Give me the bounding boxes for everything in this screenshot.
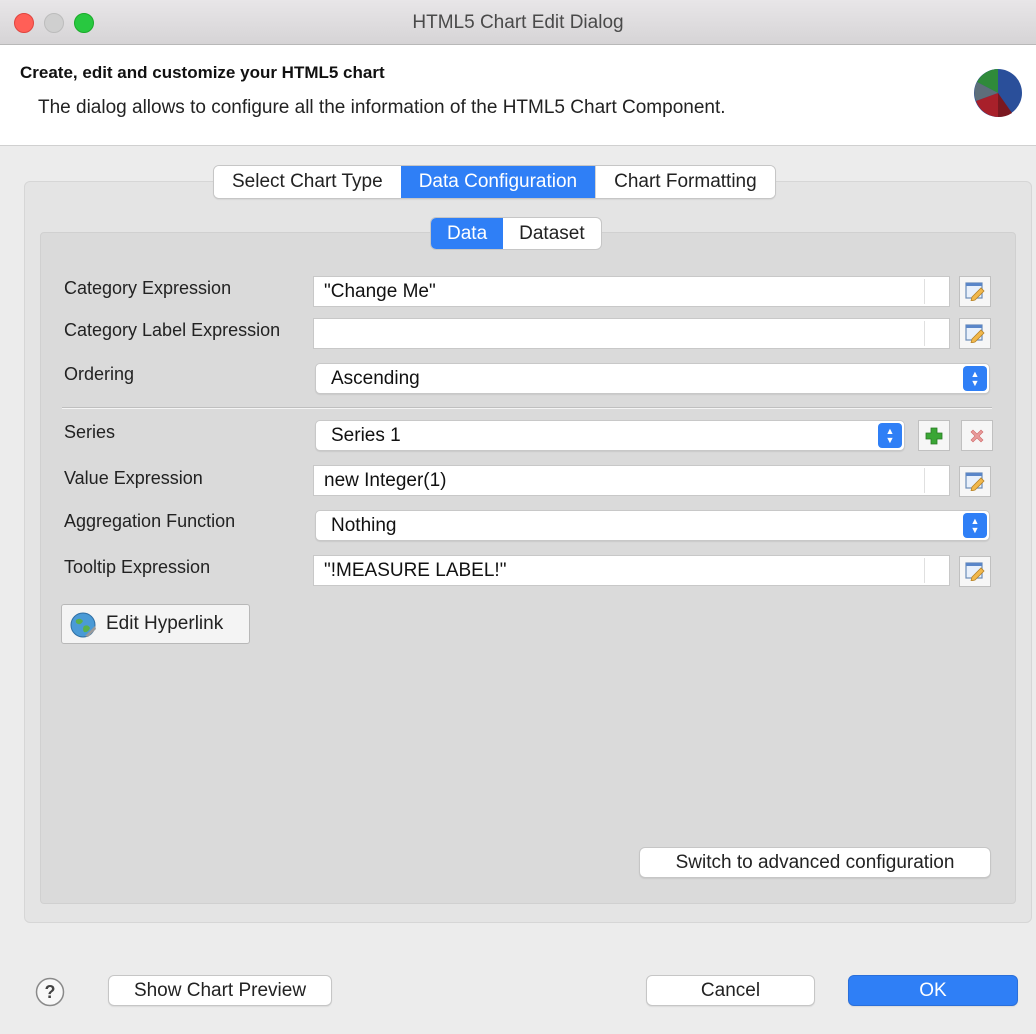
- title-bar: HTML5 Chart Edit Dialog: [0, 0, 1036, 45]
- main-tabs: Select Chart Type Data Configuration Cha…: [213, 165, 776, 199]
- chevron-updown-icon: ▲ ▼: [963, 513, 987, 538]
- ordering-select[interactable]: Ascending ▲ ▼: [315, 363, 990, 394]
- category-label-expression-field[interactable]: [313, 318, 950, 349]
- series-label: Series: [64, 422, 116, 442]
- ordering-select-value: Ascending: [331, 368, 420, 389]
- chevron-updown-icon: ▲ ▼: [878, 423, 902, 448]
- separator: [62, 407, 992, 409]
- tab-chart-formatting[interactable]: Chart Formatting: [595, 166, 775, 198]
- cancel-button[interactable]: Cancel: [646, 975, 815, 1006]
- add-series-button[interactable]: [918, 420, 950, 451]
- chevron-updown-icon: ▲ ▼: [963, 366, 987, 391]
- category-expression-label: Category Expression: [64, 278, 232, 298]
- category-expression-field[interactable]: "Change Me": [313, 276, 950, 307]
- ok-button[interactable]: OK: [848, 975, 1018, 1006]
- delete-icon: [970, 429, 984, 442]
- series-select-value: Series 1: [331, 425, 401, 446]
- sub-tabs: Data Dataset: [430, 217, 602, 250]
- category-label-expression-edit-button[interactable]: [959, 318, 991, 349]
- series-select[interactable]: Series 1 ▲ ▼: [315, 420, 905, 451]
- aggregation-function-select-value: Nothing: [331, 515, 397, 536]
- tooltip-expression-field[interactable]: "!MEASURE LABEL!": [313, 555, 950, 586]
- category-label-expression-label: Category Label Expression: [64, 320, 281, 340]
- help-button[interactable]: ?: [35, 977, 65, 1007]
- tooltip-expression-edit-button[interactable]: [959, 556, 991, 587]
- tooltip-expression-label: Tooltip Expression: [64, 557, 211, 577]
- ordering-label: Ordering: [64, 364, 135, 384]
- subtab-dataset[interactable]: Dataset: [503, 218, 600, 249]
- aggregation-function-select[interactable]: Nothing ▲ ▼: [315, 510, 990, 541]
- subtab-data[interactable]: Data: [431, 218, 504, 249]
- header-description: The dialog allows to configure all the i…: [38, 97, 726, 118]
- edit-hyperlink-label: Edit Hyperlink: [106, 613, 224, 634]
- header-title: Create, edit and customize your HTML5 ch…: [20, 63, 385, 82]
- value-expression-label: Value Expression: [64, 468, 203, 488]
- show-chart-preview-button[interactable]: Show Chart Preview: [108, 975, 332, 1006]
- edit-expression-icon: [965, 562, 985, 581]
- help-icon: ?: [45, 982, 56, 1002]
- category-expression-edit-button[interactable]: [959, 276, 991, 307]
- value-expression-field[interactable]: new Integer(1): [313, 465, 950, 496]
- switch-advanced-configuration-button[interactable]: Switch to advanced configuration: [639, 847, 991, 878]
- tab-data-configuration[interactable]: Data Configuration: [400, 166, 596, 198]
- edit-expression-icon: [965, 472, 985, 491]
- remove-series-button[interactable]: [961, 420, 993, 451]
- globe-icon: [70, 612, 96, 638]
- edit-expression-icon: [965, 324, 985, 343]
- value-expression-edit-button[interactable]: [959, 466, 991, 497]
- dialog-header: Create, edit and customize your HTML5 ch…: [0, 45, 1036, 146]
- edit-expression-icon: [965, 282, 985, 301]
- tab-select-chart-type[interactable]: Select Chart Type: [214, 166, 401, 198]
- window-title: HTML5 Chart Edit Dialog: [412, 12, 624, 33]
- plus-icon: [925, 427, 943, 444]
- edit-hyperlink-button[interactable]: Edit Hyperlink: [61, 604, 250, 644]
- pie-chart-icon: [974, 69, 1022, 118]
- aggregation-function-label: Aggregation Function: [64, 511, 236, 531]
